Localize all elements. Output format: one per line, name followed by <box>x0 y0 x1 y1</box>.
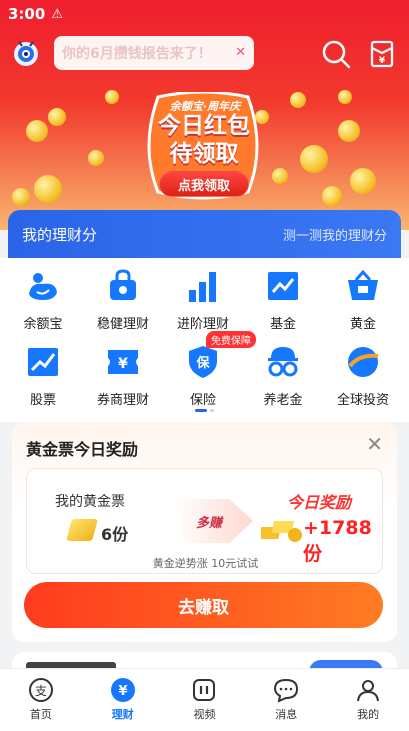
lock-bag-icon <box>110 269 136 300</box>
today-reward-label: 今日奖励 <box>287 493 352 512</box>
grid-label-stable: 稳健理财 <box>96 317 149 332</box>
gold-reward-card: 黄金票今日奖励 ✕ 我的黄金票 6份 多赚 今日奖励 +1788份 黄金逆势涨 … <box>12 422 397 642</box>
grid-item-gold[interactable]: 黄金 <box>328 268 398 332</box>
grid-item-stable[interactable]: 稳健理财 <box>88 268 158 332</box>
arrow-label: 多赚 <box>195 515 222 531</box>
close-icon[interactable]: ✕ <box>366 432 383 456</box>
grid-label-insurance: 保险 <box>189 393 216 408</box>
grid-item-fund[interactable]: 基金 <box>248 268 318 332</box>
promo-title: 今日红包 待领取 <box>150 112 258 168</box>
grid-item-stock[interactable]: 股票 <box>8 344 78 408</box>
promo-banner: 3:00 ⚠ 你的6月攒钱报告来了！ ✕ ¥ 余额宝·周年庆 今日红包 待领取 … <box>0 0 409 230</box>
promo-title-line2: 待领取 <box>169 141 239 167</box>
nav-profile-label: 我的 <box>357 708 380 721</box>
page-indicator <box>195 409 214 412</box>
nav-home[interactable]: 支 首页 <box>0 669 82 731</box>
alert-icon: ⚠ <box>51 6 63 22</box>
nav-home-label: 首页 <box>29 708 52 721</box>
product-grid: 余额宝 稳健理财 进阶理财 基金 黄金 股票 ¥ 券商理财 保 保险 养老金 全… <box>0 258 409 422</box>
my-ticket-value: 6份 <box>101 525 129 544</box>
grid-item-yuebao[interactable]: 余额宝 <box>8 268 78 332</box>
close-icon[interactable]: ✕ <box>235 45 246 60</box>
gold-bar-icon <box>66 519 98 541</box>
video-icon <box>193 679 216 701</box>
status-time: 3:00 <box>8 5 46 23</box>
grid-label-fund: 基金 <box>269 317 296 332</box>
person-icon <box>357 680 380 702</box>
alipay-icon: 支 <box>28 678 53 702</box>
gold-basket-icon <box>348 269 378 300</box>
grid-item-global[interactable]: 全球投资 <box>328 344 398 408</box>
globe-icon <box>348 347 379 377</box>
search-icon[interactable] <box>320 38 352 70</box>
notice-bubble[interactable]: 你的6月攒钱报告来了！ ✕ <box>54 36 254 70</box>
nav-messages[interactable]: 消息 <box>245 669 327 731</box>
grid-label-broker: 券商理财 <box>96 393 149 408</box>
insurance-shield-icon: 保 <box>189 346 217 378</box>
svg-text:¥: ¥ <box>379 56 386 66</box>
svg-text:支: 支 <box>35 684 47 698</box>
status-bar: 3:00 ⚠ <box>8 4 63 24</box>
mascot-icon[interactable] <box>10 36 42 68</box>
reward-detail: 我的黄金票 6份 多赚 今日奖励 +1788份 黄金逆势涨 10元试试 <box>26 468 383 574</box>
insurance-badge: 免费保障 <box>206 331 256 348</box>
arrow-shape: 多赚 <box>175 499 253 543</box>
stock-trend-icon <box>28 348 58 376</box>
grid-item-pension[interactable]: 养老金 <box>248 344 318 408</box>
grid-label-gold: 黄金 <box>349 317 376 332</box>
promo-title-line1: 今日红包 <box>158 113 250 139</box>
message-icon <box>274 678 299 703</box>
finance-score-link[interactable]: 测一测我的理财分 <box>283 225 387 244</box>
nav-wealth-label: 理财 <box>111 708 134 721</box>
nav-profile[interactable]: 我的 <box>327 669 409 731</box>
grid-item-insurance[interactable]: 保 保险 <box>168 344 238 408</box>
finance-score-bar[interactable]: 我的理财分 测一测我的理财分 <box>8 210 401 258</box>
grid-label-global: 全球投资 <box>336 393 389 408</box>
nav-wealth[interactable]: ¥ 理财 <box>82 669 164 731</box>
bottom-nav: 支 首页 ¥ 理财 视频 消息 我的 <box>0 668 409 731</box>
yuebao-icon <box>29 273 57 300</box>
grid-item-advanced[interactable]: 进阶理财 <box>168 268 238 332</box>
nav-video[interactable]: 视频 <box>164 669 246 731</box>
gold-pile-icon <box>261 521 302 542</box>
grid-label-pension: 养老金 <box>263 393 303 408</box>
svg-text:¥: ¥ <box>118 356 128 372</box>
yen-ticket-icon: ¥ <box>108 350 138 374</box>
claim-button[interactable]: 点我领取 <box>159 171 249 197</box>
grid-item-broker[interactable]: ¥ 券商理财 <box>88 344 158 408</box>
reward-tip: 黄金逆势涨 10元试试 <box>152 557 259 570</box>
notice-text: 你的6月攒钱报告来了！ <box>62 46 212 62</box>
bar-chart-icon <box>189 272 216 302</box>
top-bar: 你的6月攒钱报告来了！ ✕ ¥ <box>0 34 409 74</box>
my-ticket-label: 我的黄金票 <box>55 494 125 510</box>
nav-video-label: 视频 <box>193 708 216 721</box>
yen-coin-icon: ¥ <box>110 678 135 702</box>
finance-score-title: 我的理财分 <box>22 225 98 244</box>
svg-text:¥: ¥ <box>118 684 127 699</box>
pension-icon <box>268 347 298 377</box>
grid-label-yuebao: 余额宝 <box>23 317 63 332</box>
red-envelope-icon[interactable]: ¥ <box>366 38 398 70</box>
reward-title: 黄金票今日奖励 <box>26 440 139 459</box>
nav-messages-label: 消息 <box>275 708 298 721</box>
svg-text:保: 保 <box>195 355 210 371</box>
fund-chart-icon <box>268 272 298 300</box>
grid-label-advanced: 进阶理财 <box>176 317 229 332</box>
grid-label-stock: 股票 <box>29 393 56 408</box>
earn-button[interactable]: 去赚取 <box>24 582 383 628</box>
